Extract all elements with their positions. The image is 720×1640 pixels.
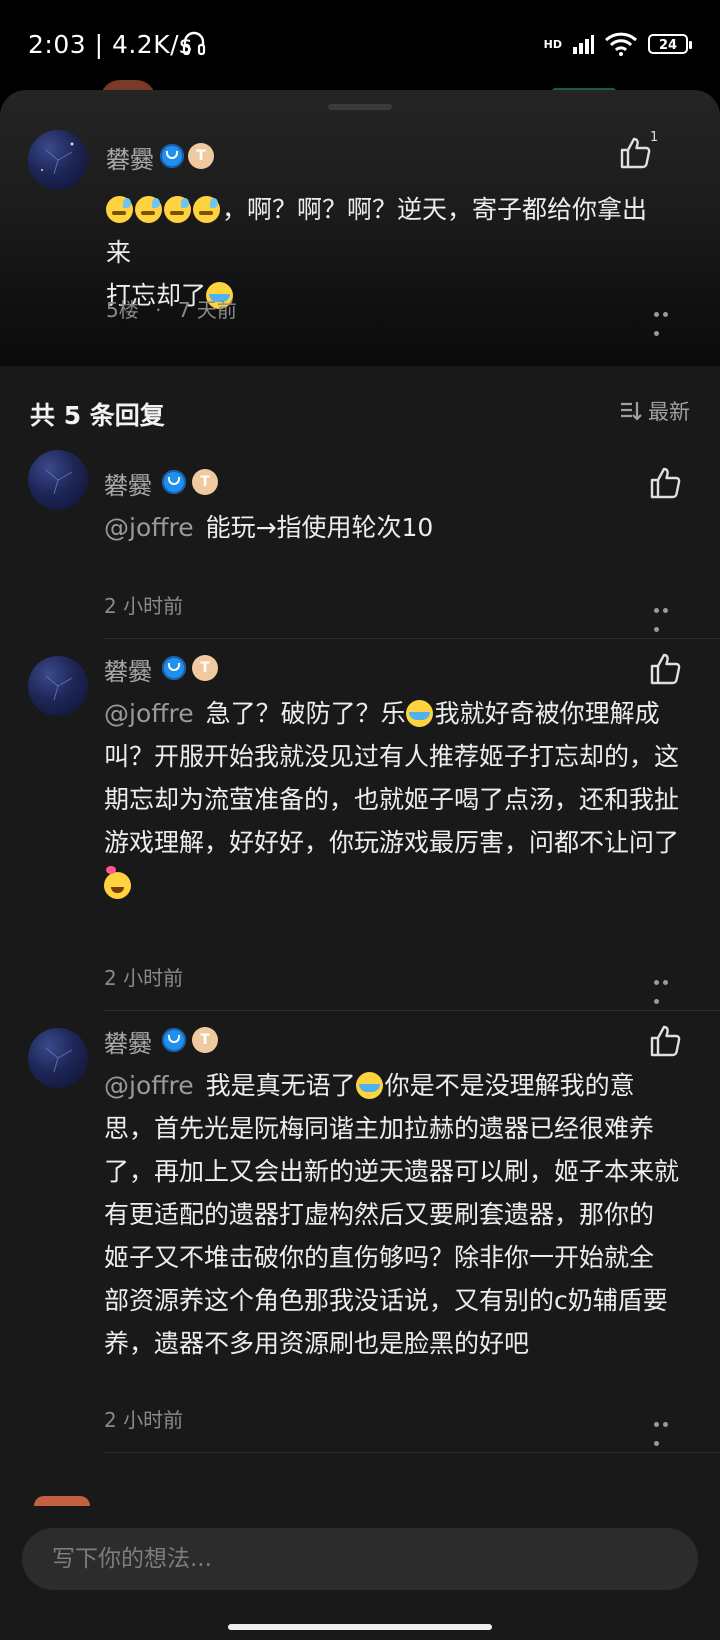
comment-input[interactable]: 写下你的想法... — [22, 1528, 698, 1590]
floor-number: 5楼 — [106, 298, 139, 322]
reply-text-line: 姬子又不堆击破你的直伤够吗？除非你一开始就全 — [104, 1243, 655, 1272]
more-options-icon[interactable] — [654, 302, 680, 336]
sweat-emoji-icon — [106, 196, 133, 223]
reply-text-line: 我就好奇被你理解成 — [434, 699, 660, 728]
comment-input-bar: 写下你的想法... — [0, 1506, 720, 1640]
mention-link[interactable]: @joffre — [104, 1071, 194, 1100]
thumb-up-icon[interactable] — [618, 136, 652, 170]
username[interactable]: 礬爨 — [104, 466, 152, 501]
reply-text-line: 你是不是没理解我的意 — [384, 1071, 635, 1100]
reply-time: 2 小时前 — [104, 1408, 184, 1432]
reply-text: @joffre 急了？破防了？乐 我就好奇被你理解成 叫？开服开始我就没见过有人推荐… — [104, 692, 704, 907]
reply-text-line: 有更适配的遗器打虚构然后又要刷套遗器，那你的 — [104, 1200, 655, 1229]
replies-section: 共 5 条回复 最新 礬爨 T @joffre 能玩→指使用轮次10 2 小时前 … — [0, 366, 720, 1506]
more-options-icon[interactable] — [654, 970, 680, 1004]
reply-text: @joffre 能玩→指使用轮次10 — [104, 506, 694, 549]
status-bar: 2:03 | 4.2K/s HD 24 — [0, 0, 720, 90]
reply-text-line: 叫？开服开始我就没见过有人推荐姬子打忘却的，这 — [104, 742, 680, 771]
vip-badge-icon — [162, 470, 186, 494]
level-badge: T — [192, 655, 218, 681]
sort-icon — [621, 402, 642, 421]
divider — [104, 1010, 720, 1011]
reply-text-line: 思，首先光是阮梅同谐主加拉赫的遗器已经很难养 — [104, 1114, 655, 1143]
avatar[interactable] — [28, 656, 88, 716]
top-comment-card: 礬爨 T 1 ，啊？啊？啊？逆天，寄子都给你拿出来 打忘却了 5楼 · 7 天前 — [0, 90, 720, 366]
sheet-drag-handle[interactable] — [328, 104, 392, 110]
comment-time: 7 天前 — [177, 298, 237, 322]
reply-text-line: 游戏理解，好好好，你玩游戏最厉害，问都不让问了 — [104, 828, 680, 857]
sort-label: 最新 — [648, 400, 690, 424]
vip-badge-icon — [162, 1028, 186, 1052]
username[interactable]: 礬爨 — [104, 1024, 152, 1059]
like-count: 1 — [650, 130, 659, 145]
vip-badge-icon — [160, 144, 184, 168]
sweat-emoji-icon — [193, 196, 220, 223]
sweat-emoji-icon — [164, 196, 191, 223]
reply-text-line: 养，遗器不多用资源刷也是脸黑的好吧 — [104, 1329, 530, 1358]
reply-time: 2 小时前 — [104, 594, 184, 618]
reply-text-line: 了，再加上又会出新的逆天遗器可以刷，姬子本来就 — [104, 1157, 680, 1186]
crying-emoji-icon — [405, 700, 433, 727]
mention-link[interactable]: @joffre — [104, 699, 194, 728]
comment-meta: 5楼 · 7 天前 — [106, 294, 237, 323]
next-reply-avatar-peek — [34, 1496, 90, 1506]
network-type: HD — [543, 37, 562, 51]
meta-separator: · — [155, 298, 162, 322]
kissing-emoji-icon — [104, 866, 131, 899]
system-icons: HD 24 — [543, 32, 692, 56]
reply-time: 2 小时前 — [104, 966, 184, 990]
sort-button[interactable]: 最新 — [620, 396, 690, 426]
reply-text-line: 期忘却为流萤准备的，也就姬子喝了点汤，还和我扯 — [104, 785, 680, 814]
avatar[interactable] — [28, 1028, 88, 1088]
home-indicator[interactable] — [228, 1624, 492, 1630]
vip-badge-icon — [162, 656, 186, 680]
mention-link[interactable]: @joffre — [104, 513, 194, 542]
reply-text-line: 部资源养这个角色那我没话说，又有别的c奶辅盾要 — [104, 1286, 668, 1315]
reply-text-line: 急了？破防了？乐 — [205, 699, 406, 728]
reply-text-line: 能玩→指使用轮次10 — [205, 513, 434, 542]
level-badge: T — [192, 469, 218, 495]
divider — [104, 638, 720, 639]
more-options-icon[interactable] — [654, 598, 680, 632]
crying-emoji-icon — [355, 1072, 383, 1099]
signal-icon — [573, 35, 594, 54]
reply-text-line: 我是真无语了 — [205, 1071, 356, 1100]
more-options-icon[interactable] — [654, 1412, 680, 1446]
level-badge: T — [192, 1027, 218, 1053]
status-time: 2:03 | 4.2K/s — [28, 30, 193, 59]
avatar[interactable] — [28, 130, 88, 190]
thumb-up-icon[interactable] — [648, 652, 682, 686]
username[interactable]: 礬爨 — [106, 140, 154, 175]
sweat-emoji-icon — [135, 196, 162, 223]
level-badge: T — [188, 143, 214, 169]
thumb-up-icon[interactable] — [648, 466, 682, 500]
avatar[interactable] — [28, 450, 88, 510]
replies-count-title: 共 5 条回复 — [30, 401, 165, 430]
wifi-icon — [604, 32, 638, 56]
thumb-up-icon[interactable] — [648, 1024, 682, 1058]
divider — [104, 1452, 720, 1453]
username[interactable]: 礬爨 — [104, 652, 152, 687]
battery-indicator: 24 — [648, 34, 692, 54]
reply-text: @joffre 我是真无语了 你是不是没理解我的意 思，首先光是阮梅同谐主加拉赫的遗… — [104, 1064, 704, 1365]
headphone-icon — [182, 31, 206, 56]
